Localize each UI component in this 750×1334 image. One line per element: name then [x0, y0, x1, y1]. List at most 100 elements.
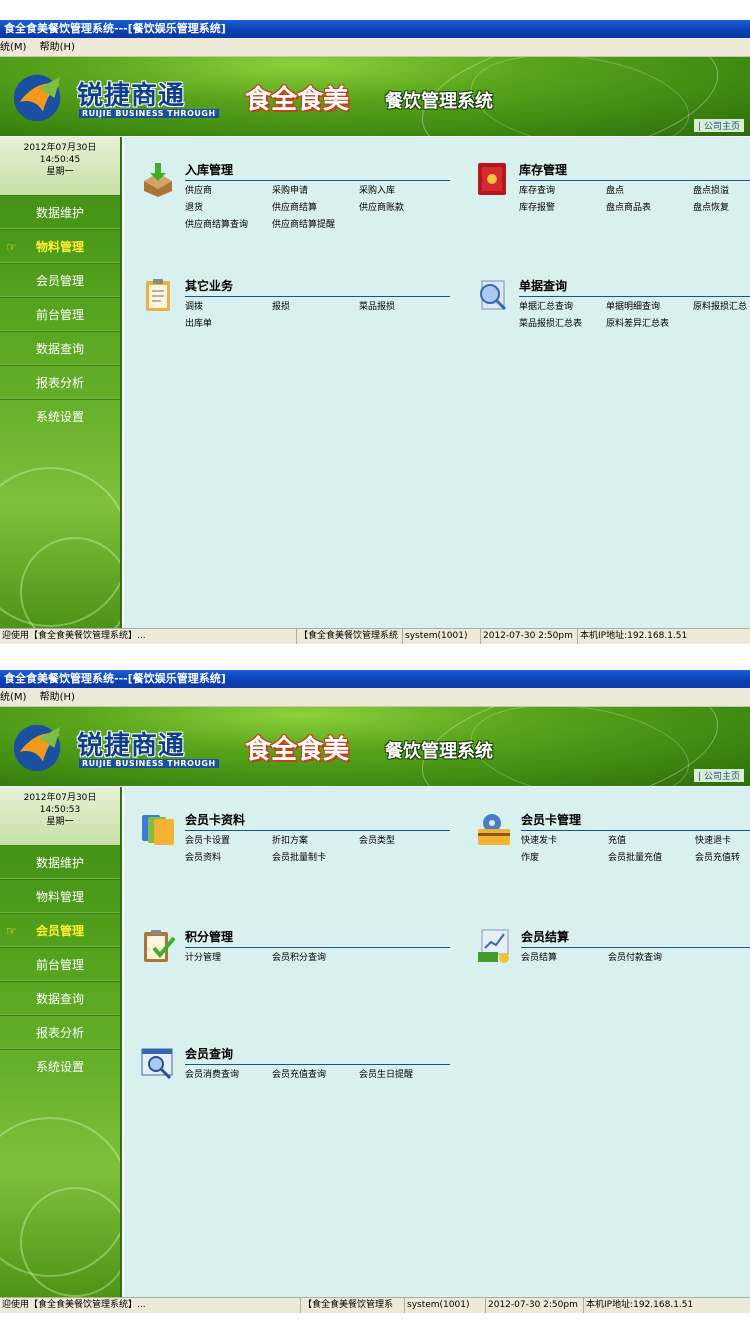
link-detail-query[interactable]: 单据明细查询 [606, 299, 693, 316]
link-stocktake-variance[interactable]: 盘点损溢 [693, 183, 750, 200]
brand-name: 食全食美 [245, 735, 350, 765]
sidebar-item-members[interactable]: 会员管理 [0, 263, 120, 297]
sidebar-item-members[interactable]: ☞ 会员管理 [0, 913, 120, 947]
decor-flower [20, 1187, 120, 1297]
link-return[interactable]: 退货 [185, 200, 272, 217]
header-banner: 锐捷商通 RUIJIE BUSINESS THROUGH 食全食美 餐饮管理系统… [0, 57, 750, 136]
link-quick-issue[interactable]: 快速发卡 [521, 833, 608, 850]
sidebar-item-label: 物料管理 [35, 240, 84, 254]
group-title: 会员卡管理 [521, 811, 750, 831]
link-supplier[interactable]: 供应商 [185, 183, 272, 200]
main-area: 2012年07月30日 14:50:45 星期一 数据维护 ☞ 物料管理 会员管理… [0, 137, 750, 628]
sidebar-item-front-desk[interactable]: 前台管理 [0, 947, 120, 981]
menu-bar: 统(M) 帮助(H) [0, 38, 750, 57]
link-batch-recharge[interactable]: 会员批量充值 [608, 850, 695, 867]
link-batch-card[interactable]: 会员批量制卡 [272, 850, 359, 867]
menu-system[interactable]: 统(M) [0, 42, 26, 53]
sidebar-item-data-maintenance[interactable]: 数据维护 [0, 845, 120, 879]
link-member-profile[interactable]: 会员资料 [185, 850, 272, 867]
menu-system[interactable]: 统(M) [0, 692, 26, 703]
company-name: 锐捷商通 [77, 731, 186, 761]
title-bar: 食全食美餐饮管理系统---[餐饮娱乐管理系统] [0, 670, 750, 688]
link-stock-query[interactable]: 库存查询 [519, 183, 606, 200]
link-supplier-settlement[interactable]: 供应商结算 [272, 200, 359, 217]
company-subtitle: RUIJIE BUSINESS THROUGH [79, 759, 219, 768]
time-label: 14:50:45 [39, 155, 81, 165]
link-material-loss-summary[interactable]: 原料报损汇总 [693, 299, 750, 316]
weekday-label: 星期一 [46, 817, 74, 827]
group-title: 库存管理 [519, 161, 750, 181]
card-gear-icon [478, 814, 510, 845]
link-list: 库存查询 盘点 盘点损溢库存报警 盘点商品表 盘点恢复 [519, 183, 750, 217]
link-stocktake[interactable]: 盘点 [606, 183, 693, 200]
link-summary-query[interactable]: 单据汇总查询 [519, 299, 606, 316]
sidebar-item-data-maintenance[interactable]: 数据维护 [0, 195, 120, 229]
status-ip: 本机IP地址:192.168.1.51 [583, 1298, 693, 1313]
link-payment-query[interactable]: 会员付款查询 [608, 950, 695, 967]
header-banner: 锐捷商通 RUIJIE BUSINESS THROUGH 食全食美 餐饮管理系统… [0, 707, 750, 786]
company-logo-icon [13, 74, 61, 122]
status-app: 【食全食美餐饮管理系统 [296, 629, 398, 644]
link-material-variance-summary[interactable]: 原料差异汇总表 [606, 316, 693, 333]
link-dish-loss-summary[interactable]: 菜品报损汇总表 [519, 316, 606, 333]
link-supplier-account[interactable]: 供应商账款 [359, 200, 446, 217]
sidebar-item-materials[interactable]: 物料管理 [0, 879, 120, 913]
sidebar-item-data-query[interactable]: 数据查询 [0, 331, 120, 365]
link-birthday-reminder[interactable]: 会员生日提醒 [359, 1067, 446, 1084]
date-time-panel: 2012年07月30日 14:50:45 星期一 [0, 137, 120, 195]
group-title: 积分管理 [185, 928, 450, 948]
link-list: 会员结算 会员付款查询 [521, 950, 750, 967]
company-homepage-link[interactable]: | 公司主页 [694, 769, 744, 782]
link-void[interactable]: 作废 [521, 850, 608, 867]
menu-help[interactable]: 帮助(H) [40, 692, 75, 703]
link-outbound-slip[interactable]: 出库单 [185, 316, 272, 333]
sidebar-item-materials[interactable]: ☞ 物料管理 [0, 229, 120, 263]
sidebar-item-data-query[interactable]: 数据查询 [0, 981, 120, 1015]
date-label: 2012年07月30日 [23, 143, 97, 153]
link-quick-return[interactable]: 快速退卡 [695, 833, 750, 850]
company-name: 锐捷商通 [77, 81, 186, 111]
status-app: 【食全食美餐饮管理系 [300, 1298, 393, 1313]
date-label: 2012年07月30日 [23, 793, 97, 803]
link-loss-report[interactable]: 报损 [272, 299, 359, 316]
link-stock-alarm[interactable]: 库存报警 [519, 200, 606, 217]
link-list: 供应商 采购申请 采购入库退货 供应商结算 供应商账款供应商结算查询 供应商结算提醒 [185, 183, 455, 234]
sidebar-item-settings[interactable]: 系统设置 [0, 1049, 120, 1083]
link-points-query[interactable]: 会员积分查询 [272, 950, 359, 967]
link-settlement-query[interactable]: 供应商结算查询 [185, 217, 272, 234]
sidebar-item-settings[interactable]: 系统设置 [0, 399, 120, 433]
status-bar: 迎使用【食全食美餐饮管理系统】... 【食全食美餐饮管理系 system(100… [0, 1297, 750, 1313]
group-title: 会员卡资料 [185, 811, 450, 831]
pointing-hand-icon: ☞ [6, 240, 17, 254]
link-stocktake-restore[interactable]: 盘点恢复 [693, 200, 750, 217]
sidebar-item-reports[interactable]: 报表分析 [0, 365, 120, 399]
link-dish-loss[interactable]: 菜品报损 [359, 299, 446, 316]
link-purchase-request[interactable]: 采购申请 [272, 183, 359, 200]
link-recharge-query[interactable]: 会员充值查询 [272, 1067, 359, 1084]
content-panel: 会员卡资料 会员卡设置 折扣方案 会员类型会员资料 会员批量制卡 会员卡管理 快速发卡… [124, 787, 750, 1298]
sidebar-item-reports[interactable]: 报表分析 [0, 1015, 120, 1049]
clipboard-check-icon [144, 930, 176, 962]
link-list: 计分管理 会员积分查询 [185, 950, 455, 967]
cards-icon [142, 815, 174, 845]
link-consumption-query[interactable]: 会员消费查询 [185, 1067, 272, 1084]
link-list: 单据汇总查询 单据明细查询 原料报损汇总菜品报损汇总表 原料差异汇总表 [519, 299, 750, 333]
company-homepage-link[interactable]: | 公司主页 [694, 119, 744, 132]
link-card-settings[interactable]: 会员卡设置 [185, 833, 272, 850]
link-settlement-reminder[interactable]: 供应商结算提醒 [272, 217, 359, 234]
sidebar-item-label: 会员管理 [35, 924, 84, 938]
link-recharge-transfer[interactable]: 会员充值转 [695, 850, 750, 867]
weekday-label: 星期一 [46, 167, 74, 177]
link-stocktake-items[interactable]: 盘点商品表 [606, 200, 693, 217]
link-discount-plan[interactable]: 折扣方案 [272, 833, 359, 850]
sidebar-item-front-desk[interactable]: 前台管理 [0, 297, 120, 331]
link-transfer[interactable]: 调拨 [185, 299, 272, 316]
status-user: system(1001) [404, 1298, 469, 1313]
link-recharge[interactable]: 充值 [608, 833, 695, 850]
link-member-settle[interactable]: 会员结算 [521, 950, 608, 967]
link-purchase-inbound[interactable]: 采购入库 [359, 183, 446, 200]
status-datetime: 2012-07-30 2:50pm [485, 1298, 578, 1313]
link-member-type[interactable]: 会员类型 [359, 833, 446, 850]
menu-help[interactable]: 帮助(H) [40, 42, 75, 53]
link-points-management[interactable]: 计分管理 [185, 950, 272, 967]
